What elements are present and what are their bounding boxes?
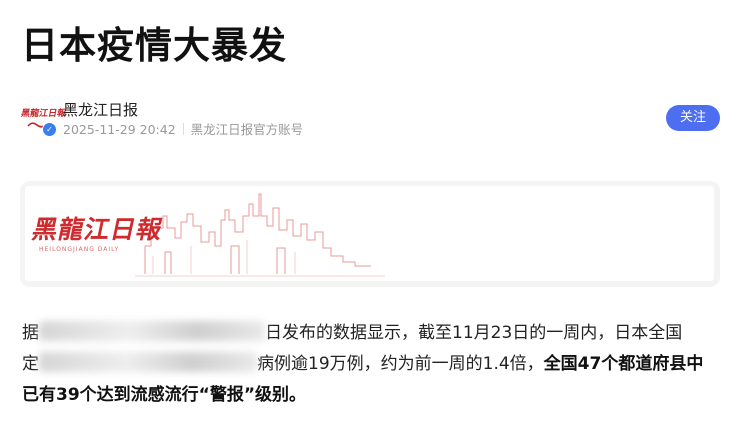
body-line2-bold: 全国47个都道府县中: [543, 354, 704, 374]
banner-inner: 黑龍江日報 HEILONGJIANG DAILY: [25, 186, 714, 281]
post-meta: 2025-11-29 20:42 黑龙江日报官方账号: [63, 121, 303, 139]
post-datetime: 2025-11-29 20:42: [63, 122, 176, 137]
blurred-text-overlay: [39, 352, 257, 372]
verified-icon: ✓: [42, 122, 57, 137]
article-body: 据 日发布的数据显示，截至11月23日的一周内，日本全国 定 病例逾19万例，约为前…: [22, 318, 722, 411]
body-line3-bold: 已有39个达到流感流行“警报”级别。: [22, 385, 307, 405]
avatar[interactable]: 黑龍江日報 ✓: [20, 100, 67, 137]
body-line2-end: 病例逾19万例，约为前一周的1.4倍，: [257, 354, 544, 374]
follow-button[interactable]: 关注: [666, 105, 720, 131]
banner-subtitle: HEILONGJIANG DAILY: [39, 246, 120, 253]
blurred-text-overlay: [39, 321, 265, 341]
article-title: 日本疫情大暴发: [21, 24, 287, 67]
banner-image: 黑龍江日報 HEILONGJIANG DAILY: [20, 181, 720, 287]
body-line2-start: 定: [22, 354, 39, 374]
meta-divider: [182, 123, 184, 135]
author-bar: 黑龍江日報 ✓ 黑龙江日报 2025-11-29 20:42 黑龙江日报官方账号 …: [20, 100, 726, 140]
banner-logo-text: 黑龍江日報: [29, 215, 166, 244]
account-type: 黑龙江日报官方账号: [190, 122, 304, 137]
author-name[interactable]: 黑龙江日报: [63, 100, 138, 120]
body-line1-end: 日发布的数据显示，截至11月23日的一周内，日本全国: [265, 323, 683, 343]
body-line1-start: 据: [22, 323, 39, 343]
